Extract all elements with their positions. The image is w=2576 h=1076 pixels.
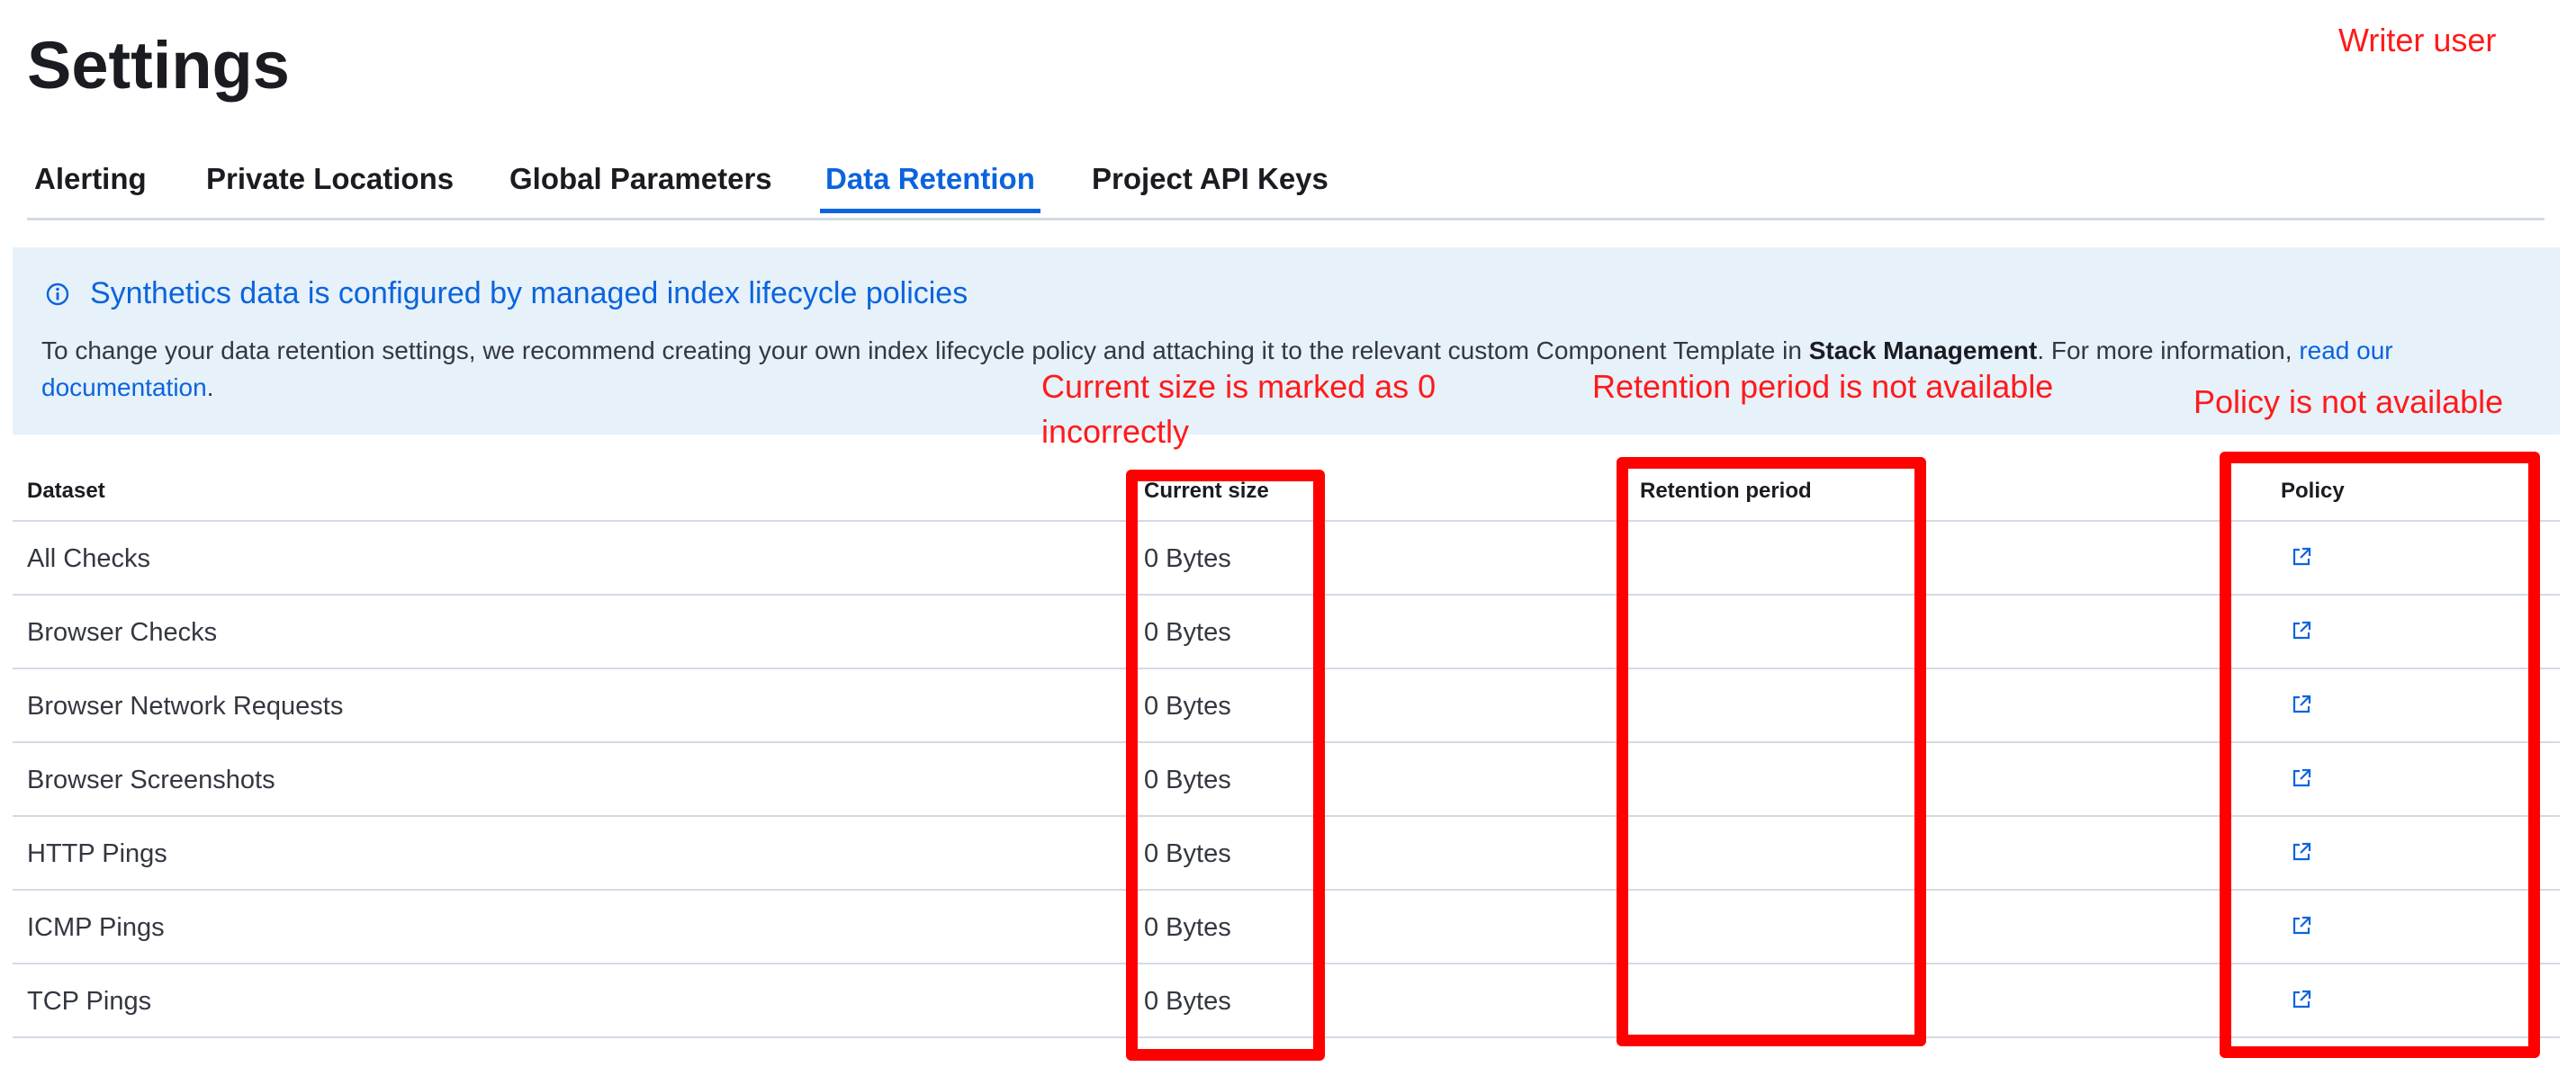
tab-global-parameters[interactable]: Global Parameters [509, 162, 772, 196]
settings-tabs: Alerting Private Locations Global Parame… [27, 144, 2544, 220]
annotation-current-size-line2: incorrectly [1041, 413, 1190, 450]
annotation-box-current-size [1126, 470, 1325, 1061]
annotation-writer-user: Writer user [2338, 22, 2497, 58]
tab-data-retention[interactable]: Data Retention [820, 162, 1040, 213]
dataset-cell: All Checks [27, 544, 150, 573]
tab-alerting[interactable]: Alerting [34, 162, 147, 196]
tab-private-locations[interactable]: Private Locations [206, 162, 454, 196]
annotation-current-size-line1: Current size is marked as 0 [1041, 368, 1437, 405]
callout-body-middle: . For more information, [2037, 336, 2300, 364]
info-icon [41, 278, 74, 310]
settings-page: Settings Alerting Private Locations Glob… [0, 0, 2576, 1076]
dataset-cell: HTTP Pings [27, 839, 167, 868]
callout-body-text: To change your data retention settings, … [41, 336, 1809, 364]
annotation-box-retention-period [1617, 457, 1926, 1046]
callout-title-text: Synthetics data is configured by managed… [90, 276, 968, 310]
page-title: Settings [27, 28, 290, 103]
callout-title: Synthetics data is configured by managed… [41, 276, 968, 311]
dataset-cell: TCP Pings [27, 987, 152, 1016]
annotation-retention-period: Retention period is not available [1592, 368, 2054, 405]
dataset-cell: ICMP Pings [27, 913, 165, 942]
dataset-cell: Browser Network Requests [27, 692, 344, 721]
dataset-cell: Browser Screenshots [27, 766, 275, 794]
dataset-cell: Browser Checks [27, 618, 218, 647]
annotation-box-policy [2220, 452, 2540, 1058]
callout-body-suffix: . [206, 373, 214, 401]
annotation-policy: Policy is not available [2193, 383, 2504, 420]
column-header-dataset: Dataset [27, 479, 105, 503]
tab-project-api-keys[interactable]: Project API Keys [1092, 162, 1329, 196]
stack-management-text: Stack Management [1808, 336, 2038, 364]
